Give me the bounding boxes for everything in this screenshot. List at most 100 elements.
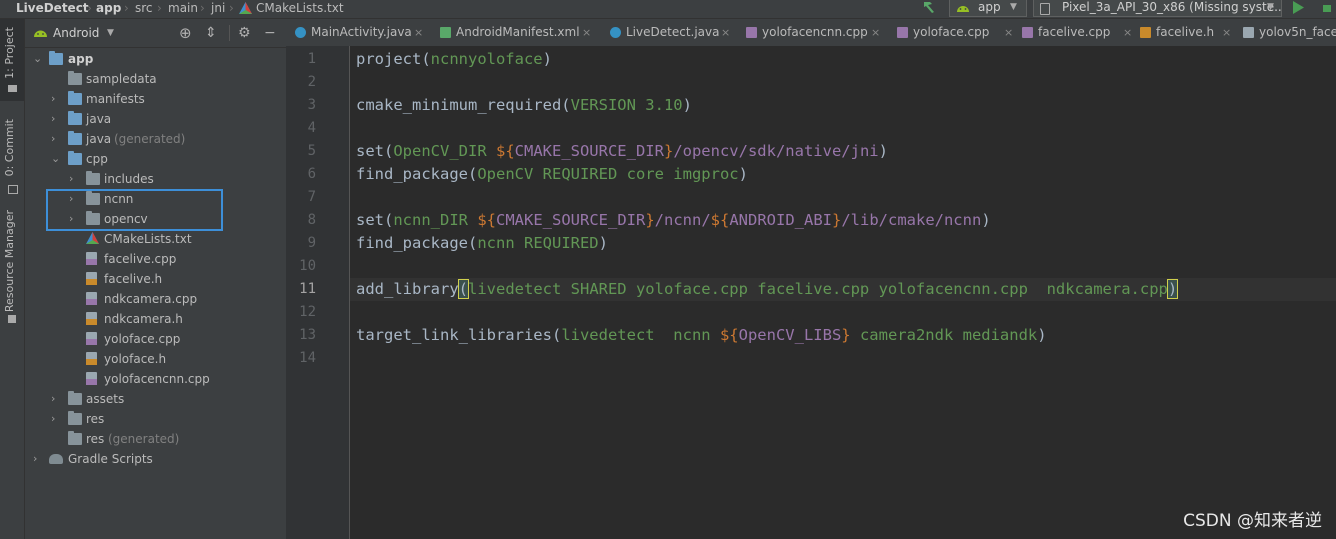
tab-livedetect[interactable]: LiveDetect.java × <box>610 19 730 46</box>
code-token: ) <box>878 142 888 160</box>
collapse-all-icon[interactable]: ⇕ <box>205 19 217 47</box>
code-token: ${ <box>495 142 515 160</box>
code-token: ncnn_DIR <box>393 211 478 229</box>
tree-item-app[interactable]: ⌄ app <box>25 49 286 69</box>
chevron-right-icon[interactable]: › <box>51 129 61 149</box>
tree-item-cmakelists[interactable]: CMakeLists.txt <box>25 229 286 249</box>
view-mode-label[interactable]: Android <box>53 19 99 47</box>
code-line: project(ncnnyoloface) <box>356 48 552 71</box>
tree-item-manifests[interactable]: › manifests <box>25 89 286 109</box>
code-token: ncnn REQUIRED <box>477 234 599 252</box>
module-folder-icon <box>49 51 63 65</box>
close-icon[interactable]: × <box>721 19 730 46</box>
chevron-right-icon[interactable]: › <box>51 389 61 409</box>
tree-item-gradle-scripts[interactable]: › Gradle Scripts <box>25 449 286 469</box>
breadcrumb-jni[interactable]: jni <box>211 0 225 16</box>
breadcrumb-src[interactable]: src <box>135 0 153 16</box>
tree-item-file[interactable]: facelive.cpp <box>25 249 286 269</box>
header-file-icon <box>1140 27 1151 38</box>
tree-item-label: yolofacencnn.cpp <box>104 372 210 386</box>
tab-androidmanifest[interactable]: AndroidManifest.xml × <box>440 19 591 46</box>
tree-item-sampledata[interactable]: sampledata <box>25 69 286 89</box>
tree-item-java-generated[interactable]: › java (generated) <box>25 129 286 149</box>
code-token: ANDROID_ABI <box>729 211 832 229</box>
line-number: 1 <box>307 51 316 67</box>
tab-mainactivity[interactable]: MainActivity.java × <box>295 19 427 46</box>
code-line: set(ncnn_DIR ${CMAKE_SOURCE_DIR}/ncnn/${… <box>356 209 991 232</box>
chevron-right-icon[interactable]: › <box>69 169 79 189</box>
close-icon[interactable]: × <box>582 19 591 46</box>
tree-item-includes[interactable]: › includes <box>25 169 286 189</box>
close-icon[interactable]: × <box>1123 19 1132 46</box>
chevron-down-icon[interactable]: ▼ <box>107 19 114 47</box>
close-icon[interactable]: × <box>1004 19 1013 46</box>
chevron-down-icon[interactable]: ⌄ <box>33 49 43 69</box>
device-selector[interactable]: Pixel_3a_API_30_x86 (Missing syste... ▼ <box>1033 0 1282 17</box>
tree-item-file[interactable]: facelive.h <box>25 269 286 289</box>
code-token: OpenCV_DIR <box>393 142 496 160</box>
tree-item-label: ndkcamera.cpp <box>104 292 198 306</box>
project-panel-header: Android ▼ ⊕ ⇕ ⚙ − <box>25 19 286 48</box>
close-icon[interactable]: × <box>871 19 880 46</box>
run-icon[interactable] <box>1292 1 1304 14</box>
code-token: /opencv/sdk/native/jni <box>673 142 879 160</box>
tree-item-res[interactable]: › res <box>25 409 286 429</box>
tool-tab-resource-manager[interactable]: Resource Manager <box>3 210 16 312</box>
resource-folder-icon <box>68 431 82 445</box>
tree-item-file[interactable]: yoloface.h <box>25 349 286 369</box>
code-token: } <box>645 211 655 229</box>
tab-yolov5n-face[interactable]: yolov5n_face.h <box>1243 19 1336 46</box>
breadcrumb-module[interactable]: app <box>96 0 121 16</box>
chevron-down-icon[interactable]: ⌄ <box>51 149 61 169</box>
gear-icon[interactable]: ⚙ <box>238 19 251 47</box>
tab-facelive-cpp[interactable]: facelive.cpp × <box>1022 19 1134 46</box>
tree-item-file[interactable]: yolofacencnn.cpp <box>25 369 286 389</box>
tree-item-res-generated[interactable]: res (generated) <box>25 429 286 449</box>
class-icon <box>295 27 306 38</box>
chevron-right-icon[interactable]: › <box>33 449 43 469</box>
tree-item-cpp[interactable]: ⌄ cpp <box>25 149 286 169</box>
code-token: /lib/cmake/ncnn <box>841 211 982 229</box>
brace-match: ( <box>457 279 470 299</box>
chevron-right-icon[interactable]: › <box>51 109 61 129</box>
tab-yolofacencnn[interactable]: yolofacencnn.cpp × <box>746 19 886 46</box>
tree-item-file[interactable]: ndkcamera.cpp <box>25 289 286 309</box>
folder-icon <box>68 391 82 405</box>
breadcrumb-file[interactable]: CMakeLists.txt <box>256 0 344 16</box>
debug-icon[interactable] <box>1320 1 1334 14</box>
chevron-right-icon[interactable]: › <box>51 409 61 429</box>
tab-yoloface[interactable]: yoloface.cpp × <box>897 19 1017 46</box>
tree-item-assets[interactable]: › assets <box>25 389 286 409</box>
code-line: target_link_libraries(livedetect ncnn ${… <box>356 324 1047 347</box>
run-config-selector[interactable]: app ▼ <box>949 0 1027 17</box>
close-icon[interactable]: × <box>414 19 423 46</box>
locate-icon[interactable]: ⊕ <box>179 19 192 47</box>
navigation-bar: LiveDetect › app › src › main › jni › CM… <box>0 0 1336 19</box>
highlight-box <box>46 189 223 231</box>
code-token: cmake_minimum_required( <box>356 96 571 114</box>
tab-facelive-h[interactable]: facelive.h × <box>1140 19 1240 46</box>
tree-item-label: sampledata <box>86 72 157 86</box>
resource-icon <box>8 315 16 323</box>
cpp-file-icon <box>86 372 97 385</box>
tree-item-java[interactable]: › java <box>25 109 286 129</box>
minimize-icon[interactable]: − <box>264 19 276 47</box>
tool-tab-project[interactable]: 1: Project <box>3 27 16 79</box>
code-editor[interactable]: project(ncnnyoloface) cmake_minimum_requ… <box>350 46 1336 539</box>
breadcrumb-main[interactable]: main <box>168 0 198 16</box>
project-panel: Android ▼ ⊕ ⇕ ⚙ − ⌄ app sampledata › man… <box>25 19 286 539</box>
breadcrumb-separator: › <box>157 1 162 15</box>
code-token: ) <box>682 96 692 114</box>
code-token: livedetect SHARED yoloface.cpp facelive.… <box>468 280 1168 298</box>
close-icon[interactable]: × <box>1222 19 1231 46</box>
code-line: find_package(ncnn REQUIRED) <box>356 232 608 255</box>
tree-item-file[interactable]: yoloface.cpp <box>25 329 286 349</box>
tool-tab-commit[interactable]: 0: Commit <box>3 119 16 176</box>
chevron-right-icon[interactable]: › <box>51 89 61 109</box>
breadcrumb-separator: › <box>87 1 92 15</box>
tree-item-file[interactable]: ndkcamera.h <box>25 309 286 329</box>
android-icon <box>34 30 47 37</box>
breadcrumb-project[interactable]: LiveDetect <box>16 0 89 16</box>
tree-item-label: assets <box>86 392 125 406</box>
hammer-icon[interactable] <box>921 0 937 14</box>
